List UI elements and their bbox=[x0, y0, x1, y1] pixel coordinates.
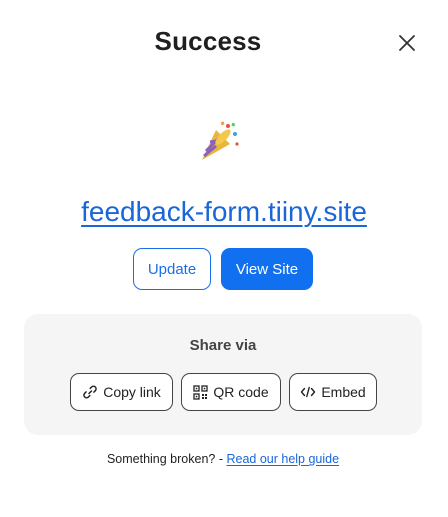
help-guide-link[interactable]: Read our help guide bbox=[226, 452, 339, 466]
footer-text: Something broken? - bbox=[106, 452, 223, 466]
code-icon bbox=[300, 385, 316, 399]
help-footer: Something broken? - Read our help guide bbox=[0, 452, 446, 466]
qr-code-icon bbox=[193, 384, 209, 400]
qr-code-label: QR code bbox=[213, 384, 269, 400]
close-icon bbox=[394, 30, 420, 56]
success-modal: Success feedback-form.tiiny.site Update bbox=[0, 0, 448, 517]
site-url-link[interactable]: feedback-form.tiiny.site bbox=[0, 196, 448, 228]
qr-code-button[interactable]: QR code bbox=[181, 373, 281, 411]
copy-link-button[interactable]: Copy link bbox=[70, 373, 173, 411]
embed-label: Embed bbox=[321, 384, 366, 400]
share-panel: Share via Copy link QR code Embed bbox=[24, 314, 422, 435]
party-popper-icon bbox=[194, 118, 242, 166]
link-icon bbox=[82, 384, 98, 400]
view-site-button[interactable]: View Site bbox=[221, 248, 313, 290]
action-buttons: Update View Site bbox=[0, 248, 446, 290]
share-options: Copy link QR code Embed bbox=[70, 373, 377, 411]
update-button[interactable]: Update bbox=[133, 248, 211, 290]
share-title: Share via bbox=[189, 337, 257, 354]
copy-link-label: Copy link bbox=[103, 384, 161, 400]
modal-title: Success bbox=[154, 26, 262, 56]
close-button[interactable] bbox=[394, 30, 420, 56]
embed-button[interactable]: Embed bbox=[289, 373, 377, 411]
